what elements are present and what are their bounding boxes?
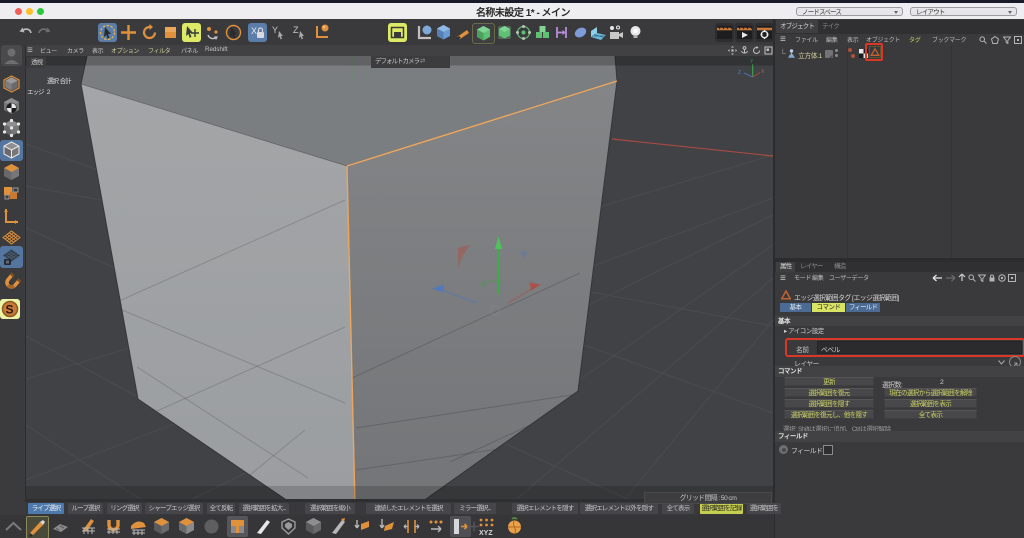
- svg-text:XYZ: XYZ: [479, 530, 493, 537]
- svg-text:Z: Z: [738, 70, 741, 76]
- svg-text:S: S: [6, 303, 14, 317]
- svg-text:Z: Z: [293, 25, 299, 35]
- svg-text:Y: Y: [272, 25, 278, 35]
- svg-text:X: X: [251, 26, 257, 36]
